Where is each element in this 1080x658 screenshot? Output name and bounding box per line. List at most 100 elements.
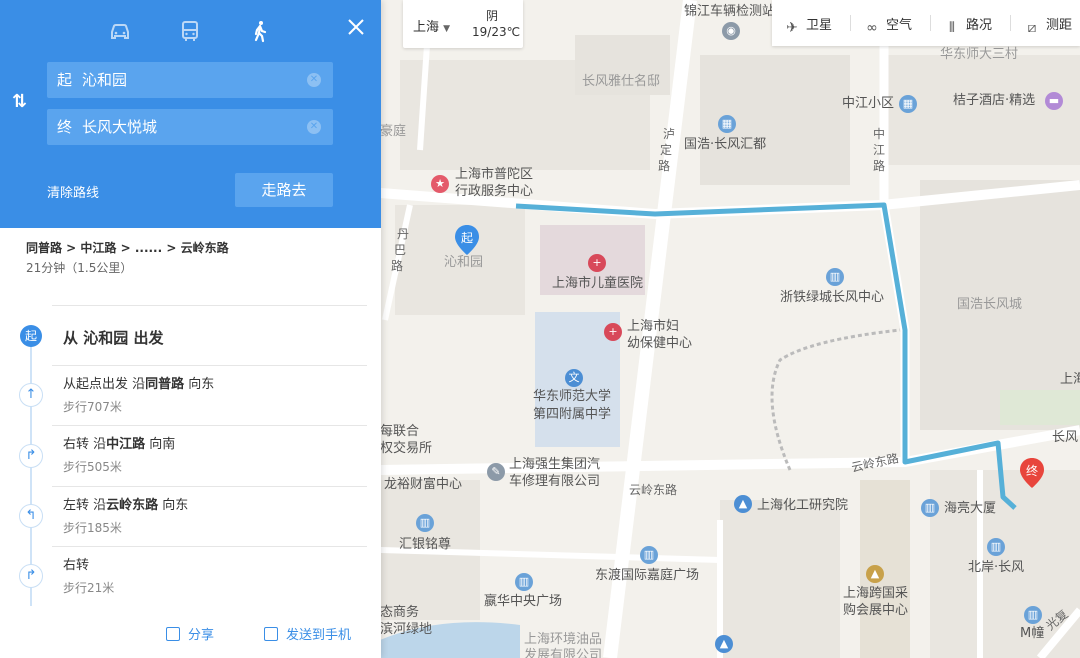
school-icon: 文: [565, 369, 583, 387]
office-icon: ▥: [416, 514, 434, 532]
road-label: 泸: [663, 127, 676, 141]
poi-label: 车修理有限公司: [509, 474, 601, 489]
poi-label: 华东师范大学: [533, 389, 612, 404]
residential-icon: ▦: [899, 95, 917, 113]
satellite-button[interactable]: ✈ 卫星: [784, 14, 832, 36]
route-panel: ⇅ 起沁和园 ✕ 终长风大悦城 ✕ 清除路线 走路去 同普路 > 中江路 > .…: [0, 0, 381, 658]
road-label: 定: [660, 143, 673, 157]
road-label: 中: [873, 127, 886, 141]
start-pin[interactable]: 起: [455, 225, 479, 255]
end-pin[interactable]: 终: [1020, 458, 1044, 490]
start-input[interactable]: 沁和园: [82, 71, 127, 89]
car-service-icon: ◉: [722, 22, 740, 40]
share-button[interactable]: 分享: [166, 624, 214, 643]
institute-icon: ▲: [734, 495, 752, 513]
road-label: 丹: [397, 227, 410, 241]
poi-label: 国浩长风城: [957, 297, 1023, 312]
clear-start-icon[interactable]: ✕: [307, 73, 321, 87]
divider: [850, 15, 851, 31]
poi-label: 锦江车辆检测站: [684, 4, 776, 19]
poi-label: 上海化工研究院: [757, 498, 849, 513]
route-header: ⇅ 起沁和园 ✕ 终长风大悦城 ✕ 清除路线 走路去: [0, 0, 381, 228]
poi-label: 购会展中心: [843, 603, 909, 618]
poi-label: 东渡国际嘉庭广场: [595, 568, 700, 583]
start-tag: 起: [57, 71, 73, 89]
walk-mode-button[interactable]: [242, 14, 278, 48]
poi-label: 上海跨国采: [843, 586, 909, 601]
depart-text: 从 沁和园 出发: [63, 329, 164, 347]
end-tag: 终: [57, 118, 73, 136]
step-distance: 步行505米: [63, 460, 122, 474]
divider: [52, 546, 367, 547]
straight-arrow-icon: ↑: [19, 383, 43, 407]
air-button[interactable]: ∞ 空气: [864, 14, 912, 36]
send-to-phone-button[interactable]: 发送到手机: [264, 624, 351, 643]
divider: [52, 305, 367, 306]
road-label: 路: [658, 159, 671, 173]
traffic-button[interactable]: ⦀ 路况: [944, 14, 992, 36]
close-icon: [348, 19, 364, 35]
weather-temperature: 19/23℃: [472, 25, 521, 39]
share-icon: [166, 627, 180, 641]
step-instruction[interactable]: 从起点出发 沿同普路 向东: [63, 373, 214, 392]
office-icon: ▥: [987, 538, 1005, 556]
send-icon: [264, 627, 278, 641]
weather-widget: 上海 ▼ 阴 19/23℃: [403, 0, 523, 48]
divider: [1010, 15, 1011, 31]
measure-button[interactable]: ⧄ 测距: [1024, 14, 1072, 36]
exhibition-icon: ▲: [866, 565, 884, 583]
road-label: 巴: [394, 243, 407, 257]
poi-label: 沁和园: [444, 255, 484, 270]
end-input[interactable]: 长风大悦城: [82, 118, 157, 136]
poi-label: 第四附属中学: [533, 407, 612, 422]
clear-end-icon[interactable]: ✕: [307, 120, 321, 134]
hospital-icon: +: [588, 254, 606, 272]
swap-arrows-icon: ⇅: [12, 91, 28, 112]
poi-label: 发展有限公司: [524, 648, 603, 658]
turn-left-icon: ↰: [19, 504, 43, 528]
poi-label: 龙裕财富中心: [384, 477, 463, 492]
poi-label: 每联合: [380, 424, 420, 439]
poi-label: 中江小区: [842, 96, 895, 111]
office-icon: ▥: [1024, 606, 1042, 624]
poi-label: 北岸·长风: [968, 560, 1025, 575]
swap-button[interactable]: ⇅: [12, 91, 38, 113]
poi-label: 上海市普陀区: [455, 167, 534, 182]
panel-footer: 分享 发送到手机: [0, 606, 381, 658]
start-field[interactable]: 起沁和园 ✕: [47, 62, 333, 98]
close-button[interactable]: [345, 16, 367, 38]
city-selector[interactable]: 上海 ▼: [413, 16, 450, 35]
car-mode-button[interactable]: [102, 14, 138, 48]
office-icon: ▥: [826, 268, 844, 286]
poi-label: 上海市妇: [627, 319, 680, 334]
poi-label: 嬴华中央广场: [484, 594, 563, 609]
poi-label: M幢: [1020, 626, 1045, 641]
office-icon: ▥: [515, 573, 533, 591]
car-icon: [111, 24, 129, 39]
walk-go-button[interactable]: 走路去: [235, 173, 333, 207]
road-label: 路: [873, 159, 886, 173]
institute-icon: ▲: [715, 635, 733, 653]
poi-label: 豪庭: [380, 124, 407, 139]
poi-label: 滨河绿地: [380, 622, 433, 637]
step-instruction[interactable]: 右转: [63, 554, 89, 573]
caret-down-icon: ▼: [443, 24, 451, 34]
satellite-icon: ✈: [786, 20, 798, 36]
poi-label: 幼保健中心: [627, 336, 693, 351]
poi-label: 桔子酒店·精选: [953, 93, 1036, 108]
road-label: 路: [391, 259, 404, 273]
step-instruction[interactable]: 右转 沿中江路 向南: [63, 433, 175, 452]
bus-mode-button[interactable]: [172, 14, 208, 48]
turn-right-icon: ↱: [19, 564, 43, 588]
poi-label: 权交易所: [380, 441, 433, 456]
office-icon: ▥: [921, 499, 939, 517]
clear-route-link[interactable]: 清除路线: [47, 182, 99, 201]
road-label: 江: [873, 143, 886, 157]
step-instruction[interactable]: 左转 沿云岭东路 向东: [63, 494, 188, 513]
poi-label: 上海强生集团汽: [509, 457, 601, 472]
poi-label: 长风雅仕名邸: [582, 74, 661, 89]
turn-right-icon: ↱: [19, 444, 43, 468]
step-distance: 步行707米: [63, 400, 122, 414]
end-field[interactable]: 终长风大悦城 ✕: [47, 109, 333, 145]
poi-label: 汇银铭尊: [399, 537, 452, 552]
